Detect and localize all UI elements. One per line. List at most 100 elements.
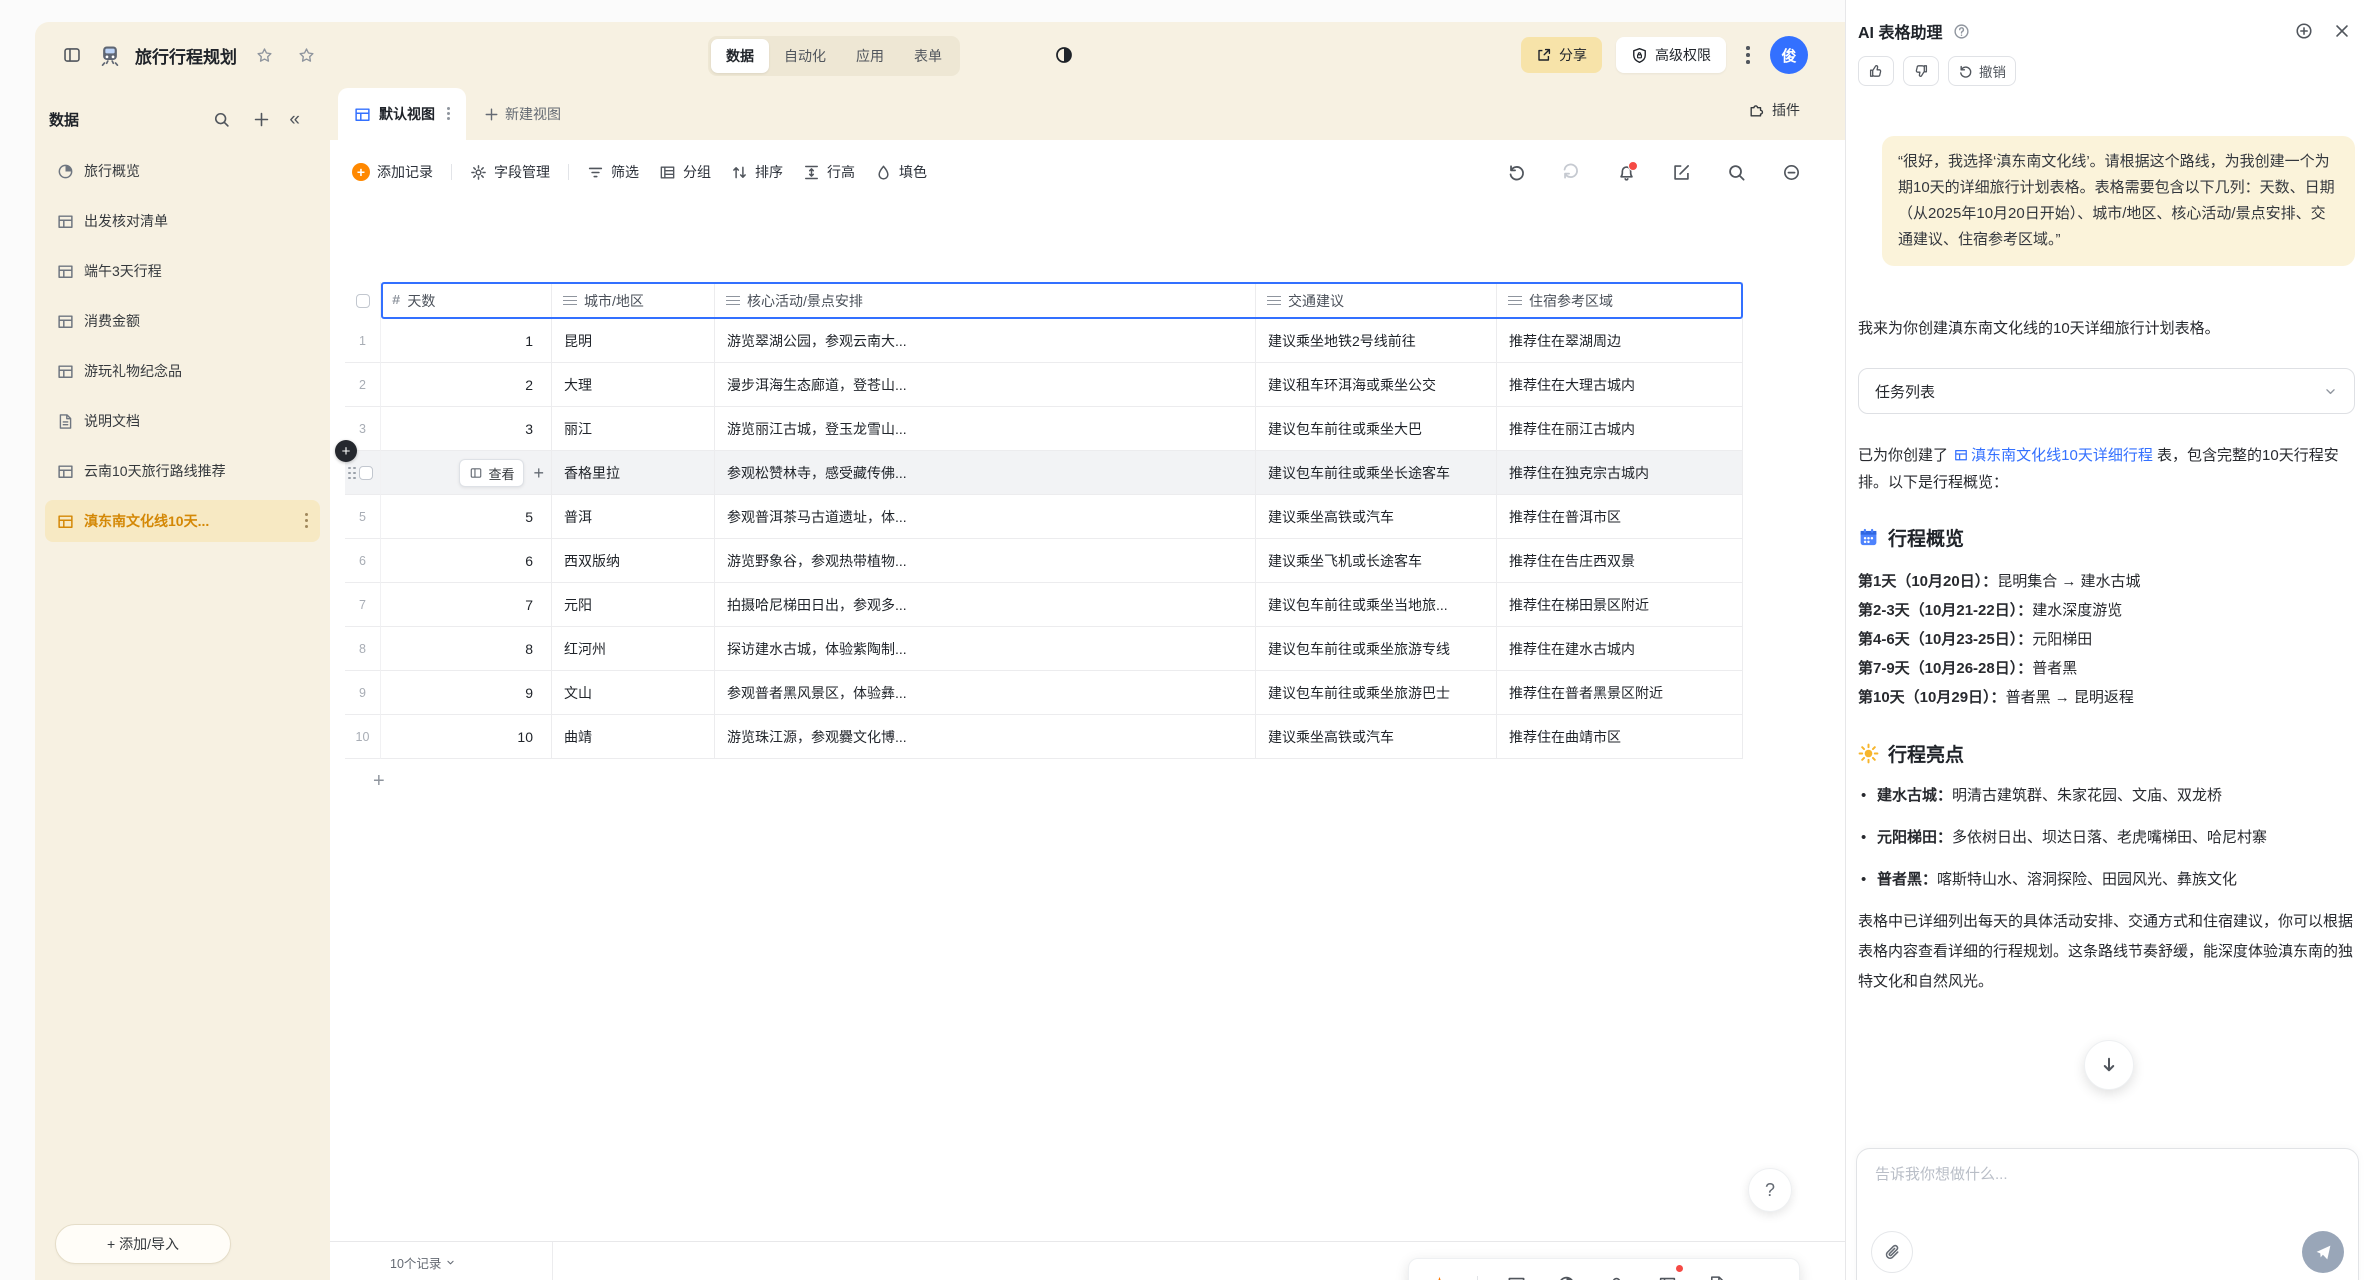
plugin-button[interactable]: 插件	[1748, 100, 1800, 120]
cell-activity[interactable]: 游览珠江源，参观爨文化博...	[715, 715, 1256, 759]
field-manage-button[interactable]: 字段管理	[460, 155, 560, 189]
created-table-link[interactable]: 滇东南文化线10天详细行程	[1952, 447, 2153, 464]
column-header-day[interactable]: #天数	[381, 282, 552, 319]
sidebar-table-item[interactable]: 端午3天行程	[45, 250, 320, 292]
select-all-checkbox[interactable]	[356, 294, 370, 308]
cell-activity[interactable]: 参观普者黑风景区，体验彝...	[715, 671, 1256, 715]
column-header-activity[interactable]: 核心活动/景点安排	[715, 282, 1256, 319]
search-icon[interactable]	[209, 107, 233, 131]
redo-icon[interactable]	[1559, 160, 1583, 184]
column-header-transport[interactable]: 交通建议	[1256, 282, 1497, 319]
add-import-button[interactable]: + 添加/导入	[55, 1224, 231, 1264]
sidebar-table-item[interactable]: 云南10天旅行路线推荐	[45, 450, 320, 492]
drag-handle-icon[interactable]	[348, 467, 355, 480]
cell-transport[interactable]: 建议包车前往或乘坐旅游专线	[1256, 627, 1497, 671]
ai-magic-icon[interactable]	[1427, 1269, 1452, 1280]
cell-transport[interactable]: 建议乘坐高铁或汽车	[1256, 715, 1497, 759]
sidebar-table-item[interactable]: 滇东南文化线10天...	[45, 500, 320, 542]
cell-day[interactable]: 3 查看 +	[381, 407, 552, 451]
quick-add-icon[interactable]: +	[530, 463, 547, 484]
cell-stay[interactable]: 推荐住在建水古城内	[1497, 627, 1743, 671]
add-row-button[interactable]: +	[345, 759, 1743, 803]
row-gutter[interactable]: 8	[345, 627, 381, 671]
view-options-icon[interactable]	[447, 107, 450, 121]
advanced-permission-button[interactable]: 高级权限	[1616, 37, 1726, 73]
avatar[interactable]: 俊	[1770, 36, 1808, 74]
favorite-star-icon[interactable]	[249, 40, 279, 70]
cell-stay[interactable]: 推荐住在告庄西双景	[1497, 539, 1743, 583]
cell-activity[interactable]: 漫步洱海生态廊道，登苍山...	[715, 363, 1256, 407]
cell-transport[interactable]: 建议包车前往或乘坐旅游巴士	[1256, 671, 1497, 715]
cell-stay[interactable]: 推荐住在曲靖市区	[1497, 715, 1743, 759]
cell-transport[interactable]: 建议包车前往或乘坐当地旅...	[1256, 583, 1497, 627]
cell-transport[interactable]: 建议包车前往或乘坐长途客车	[1256, 451, 1497, 495]
tab-default-view[interactable]: 默认视图	[338, 88, 466, 140]
chevron-icon[interactable]	[1756, 1269, 1781, 1280]
cell-activity[interactable]: 参观普洱茶马古道遗址，体...	[715, 495, 1256, 539]
cell-day[interactable]: 7 查看 +	[381, 583, 552, 627]
add-record-button[interactable]: + 添加记录	[342, 155, 443, 189]
cell-city[interactable]: 大理	[552, 363, 715, 407]
person-icon[interactable]	[1604, 1269, 1629, 1280]
row-gutter[interactable]: 1	[345, 319, 381, 363]
quick-access-star-icon[interactable]	[291, 40, 321, 70]
sidebar-table-item[interactable]: 说明文档	[45, 400, 320, 442]
cell-stay[interactable]: 推荐住在普者黑景区附近	[1497, 671, 1743, 715]
thumbs-up-button[interactable]	[1858, 56, 1894, 86]
row-gutter[interactable]: 5	[345, 495, 381, 539]
help-circle-icon[interactable]	[1950, 20, 1972, 42]
record-count[interactable]: 10个记录	[390, 1253, 456, 1272]
cell-stay[interactable]: 推荐住在梯田景区附近	[1497, 583, 1743, 627]
new-view-button[interactable]: 新建视图	[466, 88, 579, 140]
cell-city[interactable]: 曲靖	[552, 715, 715, 759]
stats-icon[interactable]	[1554, 1269, 1579, 1280]
search-table-icon[interactable]	[1724, 160, 1748, 184]
filter-button[interactable]: 筛选	[577, 155, 649, 189]
row-checkbox[interactable]	[359, 466, 373, 480]
row-gutter[interactable]: 10	[345, 715, 381, 759]
row-gutter[interactable]: 7	[345, 583, 381, 627]
collapse-sidebar-icon[interactable]: «	[289, 110, 300, 129]
cell-activity[interactable]: 游览野象谷，参观热带植物...	[715, 539, 1256, 583]
cell-transport[interactable]: 建议租车环洱海或乘坐公交	[1256, 363, 1497, 407]
attachment-button[interactable]	[1871, 1231, 1913, 1273]
help-button[interactable]: ?	[1748, 1168, 1792, 1212]
row-gutter[interactable]: 6	[345, 539, 381, 583]
cell-stay[interactable]: 推荐住在翠湖周边	[1497, 319, 1743, 363]
add-table-icon[interactable]	[249, 107, 273, 131]
comment-icon[interactable]	[1779, 160, 1803, 184]
cell-city[interactable]: 丽江	[552, 407, 715, 451]
close-icon[interactable]	[2329, 18, 2355, 44]
undo-action-button[interactable]: 撤销	[1948, 56, 2016, 86]
cell-transport[interactable]: 建议乘坐飞机或长途客车	[1256, 539, 1497, 583]
cell-activity[interactable]: 探访建水古城，体验紫陶制...	[715, 627, 1256, 671]
cell-city[interactable]: 文山	[552, 671, 715, 715]
sidebar-table-item[interactable]: 消费金额	[45, 300, 320, 342]
expand-record-button[interactable]: 查看	[459, 459, 524, 487]
group-button[interactable]: 分组	[649, 155, 721, 189]
cell-stay[interactable]: 推荐住在丽江古城内	[1497, 407, 1743, 451]
cell-stay[interactable]: 推荐住在大理古城内	[1497, 363, 1743, 407]
cell-city[interactable]: 红河州	[552, 627, 715, 671]
form-icon[interactable]	[1705, 1269, 1730, 1280]
cell-day[interactable]: 1 查看 +	[381, 319, 552, 363]
theme-contrast-icon[interactable]	[1049, 40, 1079, 70]
cell-stay[interactable]: 推荐住在独克宗古城内	[1497, 451, 1743, 495]
cell-city[interactable]: 昆明	[552, 319, 715, 363]
sidebar-table-item[interactable]: 游玩礼物纪念品	[45, 350, 320, 392]
chart-icon[interactable]	[1503, 1269, 1528, 1280]
cell-day[interactable]: 2 查看 +	[381, 363, 552, 407]
cell-activity[interactable]: 拍摄哈尼梯田日出，参观多...	[715, 583, 1256, 627]
item-options-icon[interactable]	[305, 513, 308, 529]
cell-day[interactable]: 8 查看 +	[381, 627, 552, 671]
cell-city[interactable]: 香格里拉	[552, 451, 715, 495]
insert-row-button[interactable]: +	[335, 440, 357, 462]
cell-city[interactable]: 普洱	[552, 495, 715, 539]
row-gutter[interactable]: 2	[345, 363, 381, 407]
sidebar-toggle-icon[interactable]	[57, 40, 87, 70]
cell-activity[interactable]: 参观松赞林寺，感受藏传佛...	[715, 451, 1256, 495]
cell-city[interactable]: 西双版纳	[552, 539, 715, 583]
cell-day[interactable]: 10 查看 +	[381, 715, 552, 759]
cell-transport[interactable]: 建议乘坐地铁2号线前往	[1256, 319, 1497, 363]
more-menu-icon[interactable]	[1746, 46, 1750, 64]
